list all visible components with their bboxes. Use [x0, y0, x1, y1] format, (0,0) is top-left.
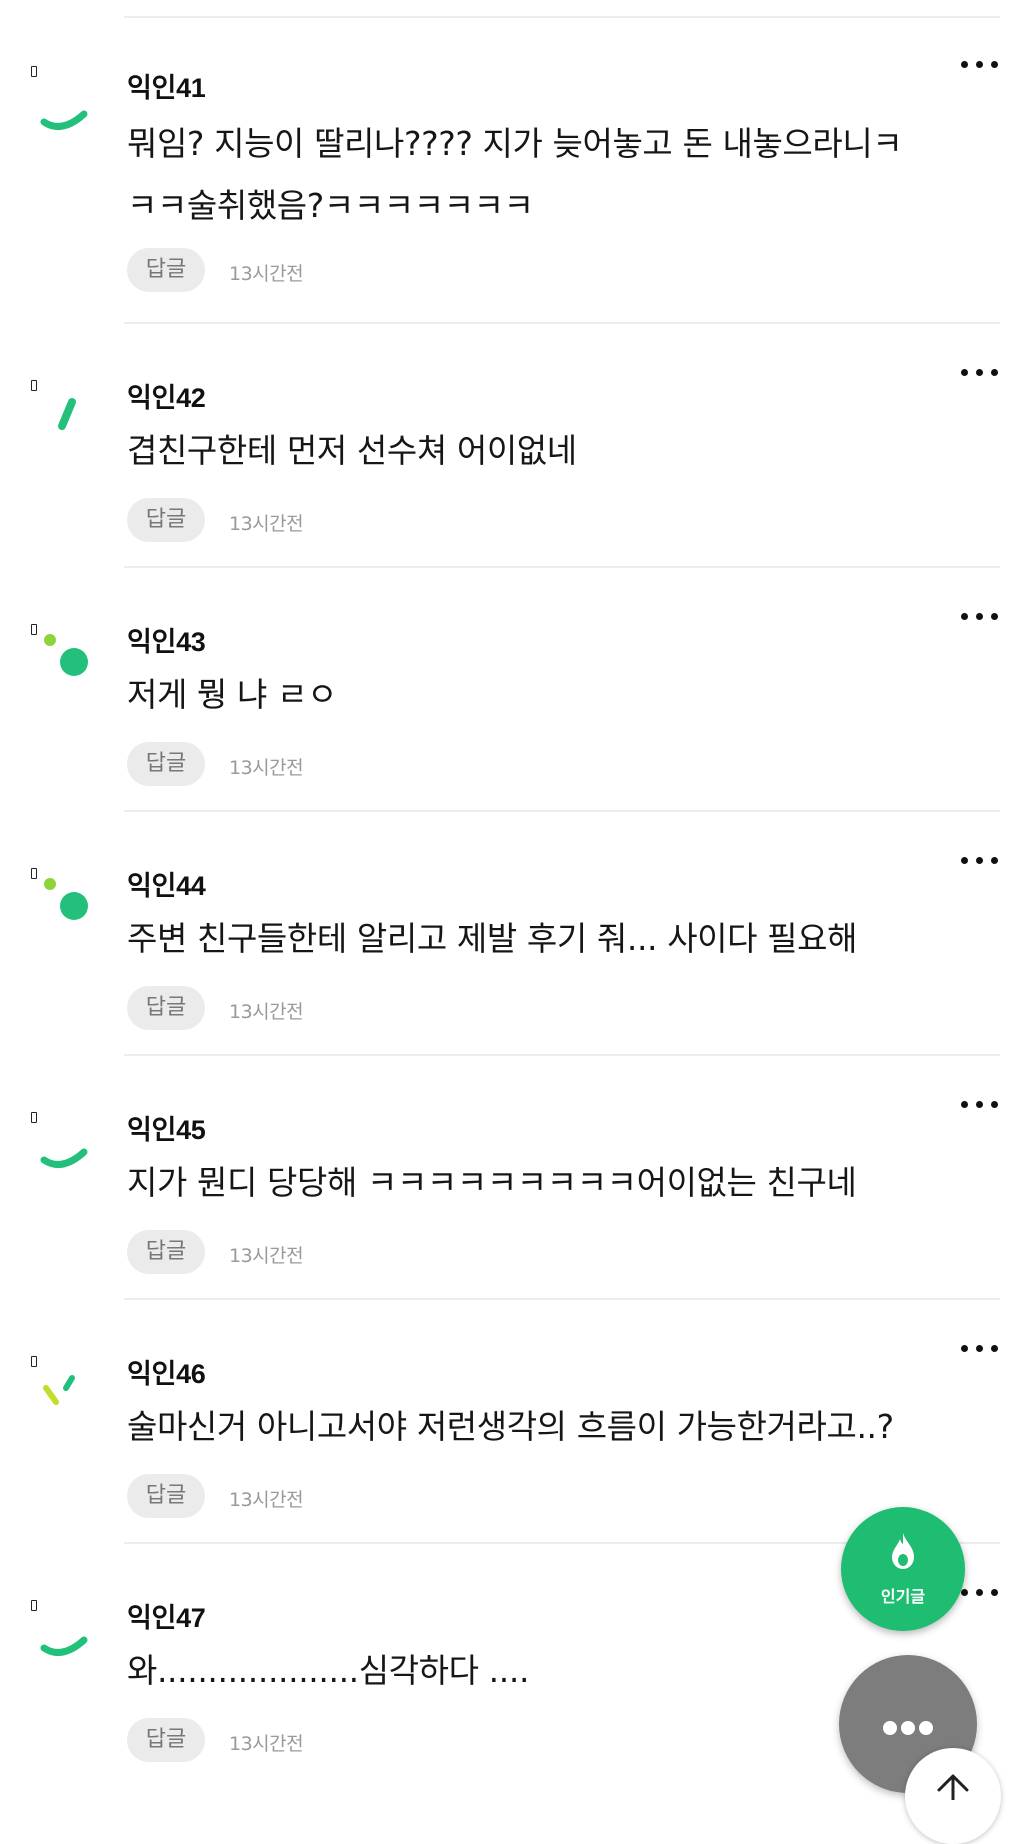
comment-item: 익인42 겹친구한테 먼저 선수쳐 어이없네 답글 13시간전	[0, 324, 1024, 568]
popular-posts-button[interactable]: 인기글	[841, 1507, 965, 1631]
flame-icon	[892, 1533, 914, 1569]
comment-text: 뭐임? 지능이 딸리나???? 지가 늦어놓고 돈 내놓으라니ㅋ ㅋㅋ술취했음?…	[127, 124, 903, 225]
more-options-icon[interactable]	[960, 610, 1000, 624]
reply-button[interactable]: 답글	[127, 248, 205, 292]
comment-timestamp: 13시간전	[229, 1489, 304, 1511]
comment-timestamp: 13시간전	[229, 1245, 304, 1267]
scroll-top-button[interactable]	[905, 1748, 1001, 1844]
reply-button[interactable]: 답글	[127, 498, 205, 542]
comment-author: 익인46	[127, 1359, 206, 1389]
comment-marker	[31, 66, 37, 77]
comment-item: 익인43 저게 뭥 냐 ㄹㅇ 답글 13시간전	[0, 568, 1024, 812]
reply-button[interactable]: 답글	[127, 1230, 205, 1274]
comment-author: 익인42	[127, 383, 206, 413]
reply-button[interactable]: 답글	[127, 1474, 205, 1518]
reply-button[interactable]: 답글	[127, 742, 205, 786]
comment-timestamp: 13시간전	[229, 1001, 304, 1023]
comment-timestamp: 13시간전	[229, 757, 304, 779]
comment-text: 겹친구한테 먼저 선수쳐 어이없네	[127, 431, 577, 470]
comment-marker	[31, 868, 37, 879]
comment-author: 익인47	[127, 1603, 206, 1633]
comment-text: 술마신거 아니고서야 저런생각의 흐름이 가능한거라고..?	[127, 1407, 894, 1446]
comment-marker	[31, 1600, 37, 1611]
comment-marker	[31, 1356, 37, 1367]
more-options-icon[interactable]	[960, 1098, 1000, 1112]
lime-marks-icon	[43, 1375, 75, 1405]
comment-item: 익인44 주변 친구들한테 알리고 제발 후기 줘... 사이다 필요해 답글 …	[0, 812, 1024, 1056]
comment-author: 익인44	[127, 871, 206, 901]
green-dots-icon	[44, 634, 88, 676]
comment-marker	[31, 1112, 37, 1123]
comment-timestamp: 13시간전	[229, 1733, 304, 1755]
comment-item: 익인41 뭐임? 지능이 딸리나???? 지가 늦어놓고 돈 내놓으라니ㅋ ㅋㅋ…	[0, 18, 1024, 324]
green-arc-icon	[40, 1636, 88, 1656]
comment-marker	[31, 380, 37, 391]
comment-text: 지가 뭔디 당당해 ㅋㅋㅋㅋㅋㅋㅋㅋㅋ어이없는 친구네	[127, 1163, 857, 1202]
more-options-icon[interactable]	[960, 1342, 1000, 1356]
comment-author: 익인43	[127, 627, 206, 657]
arrow-up-icon	[937, 1774, 969, 1800]
more-options-icon[interactable]	[960, 1586, 1000, 1600]
comment-text: 주변 친구들한테 알리고 제발 후기 줘... 사이다 필요해	[127, 919, 858, 958]
comment-timestamp: 13시간전	[229, 263, 304, 285]
more-options-icon[interactable]	[960, 854, 1000, 868]
green-arc-icon	[40, 1148, 88, 1168]
comment-item: 익인45 지가 뭔디 당당해 ㅋㅋㅋㅋㅋㅋㅋㅋㅋ어이없는 친구네 답글 13시간…	[0, 1056, 1024, 1300]
comment-item: 익인46 술마신거 아니고서야 저런생각의 흐름이 가능한거라고..? 답글 1…	[0, 1300, 1024, 1544]
more-options-icon[interactable]	[960, 58, 1000, 72]
comment-author: 익인41	[127, 73, 206, 103]
green-slash-icon	[58, 398, 76, 430]
green-arc-icon	[40, 110, 88, 130]
reply-button[interactable]: 답글	[127, 986, 205, 1030]
reply-button[interactable]: 답글	[127, 1718, 205, 1762]
comment-timestamp: 13시간전	[229, 513, 304, 535]
popular-posts-label: 인기글	[880, 1587, 926, 1606]
comment-author: 익인45	[127, 1115, 206, 1145]
more-options-icon[interactable]	[960, 366, 1000, 380]
comment-marker	[31, 624, 37, 635]
comment-text: 저게 뭥 냐 ㄹㅇ	[127, 675, 338, 714]
green-dots-icon	[44, 878, 88, 920]
